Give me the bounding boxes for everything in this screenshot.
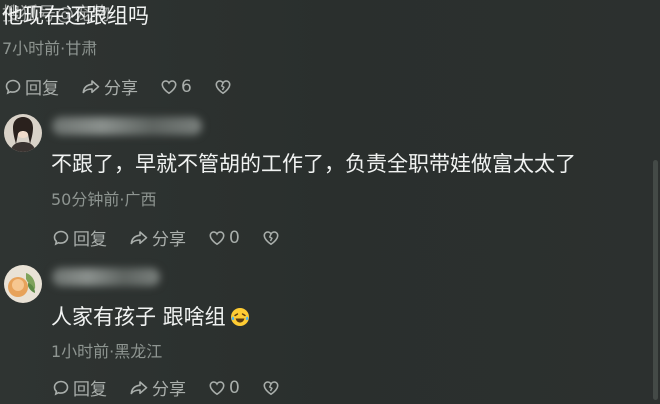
laughing-tears-emoji-icon: [230, 308, 249, 326]
like-button[interactable]: 0: [208, 378, 240, 398]
avatar[interactable]: [4, 265, 42, 303]
heart-icon: [209, 380, 225, 395]
reply-meta: 50分钟前·广西: [51, 190, 157, 209]
like-count: 6: [181, 76, 192, 97]
like-count: 0: [229, 227, 240, 248]
watermark: 搜狐号@宠物: [2, 4, 110, 25]
heart-icon: [209, 230, 225, 245]
share-label: 分享: [152, 230, 186, 250]
dislike-button[interactable]: [262, 379, 280, 397]
avatar-image: [4, 265, 42, 303]
reply-label: 回复: [25, 79, 59, 99]
reply-button[interactable]: 回复: [52, 375, 107, 400]
top-comment-actions: 回复 分享 6: [4, 74, 254, 99]
reply-label: 回复: [73, 380, 107, 400]
top-comment-meta: 7小时前·甘肃: [2, 39, 98, 58]
broken-heart-icon: [263, 380, 279, 395]
comment-thread-screen: 他现在还跟组吗 搜狐号@宠物 7小时前·甘肃 回复 分享 6 不跟了，早就不管胡…: [0, 0, 660, 404]
reply-button[interactable]: 回复: [4, 74, 59, 99]
reply-meta: 1小时前·黑龙江: [51, 342, 163, 361]
heart-icon: [161, 79, 177, 94]
like-button[interactable]: 0: [208, 228, 240, 248]
reply-text: 人家有孩子 跟啥组: [51, 305, 226, 329]
reply-button[interactable]: 回复: [52, 225, 107, 250]
like-count: 0: [229, 377, 240, 398]
reply-actions: 回复 分享 0: [52, 225, 302, 250]
share-button[interactable]: 分享: [129, 225, 186, 250]
like-button[interactable]: 6: [160, 77, 192, 97]
blurred-username[interactable]: [52, 268, 160, 286]
share-button[interactable]: 分享: [129, 375, 186, 400]
blurred-username[interactable]: [52, 117, 202, 135]
share-arrow-icon: [130, 230, 148, 244]
reply-bubble-icon: [53, 380, 69, 395]
broken-heart-icon: [215, 79, 231, 94]
reply-text: 不跟了，早就不管胡的工作了，负责全职带娃做富太太了: [51, 152, 576, 176]
reply-bubble-icon: [5, 79, 21, 94]
avatar[interactable]: [4, 114, 42, 152]
reply-label: 回复: [73, 230, 107, 250]
dislike-button[interactable]: [214, 78, 232, 96]
avatar-image: [4, 114, 42, 152]
share-arrow-icon: [130, 380, 148, 394]
share-label: 分享: [104, 79, 138, 99]
reply-text-row: 人家有孩子 跟啥组: [51, 303, 250, 331]
share-label: 分享: [152, 380, 186, 400]
broken-heart-icon: [263, 230, 279, 245]
reply-actions: 回复 分享 0: [52, 375, 302, 400]
reply-bubble-icon: [53, 230, 69, 245]
share-arrow-icon: [82, 79, 100, 93]
dislike-button[interactable]: [262, 229, 280, 247]
scrollbar[interactable]: [653, 160, 658, 400]
share-button[interactable]: 分享: [81, 74, 138, 99]
